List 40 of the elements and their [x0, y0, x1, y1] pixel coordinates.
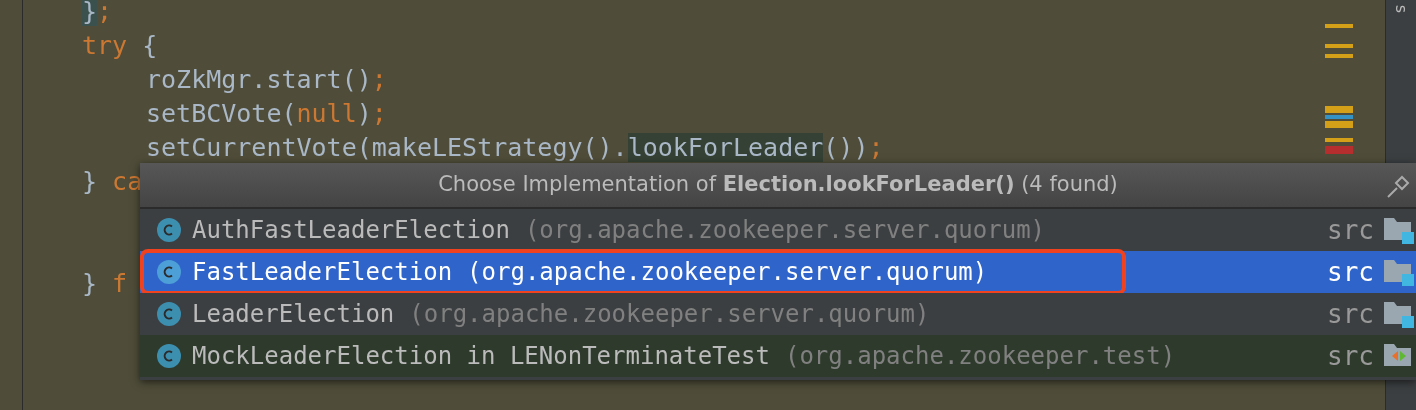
- implementation-item[interactable]: LeaderElection (org.apache.zookeeper.server.quorum) src: [140, 293, 1416, 335]
- error-stripe-mark[interactable]: [1325, 54, 1353, 58]
- class-icon: [156, 217, 182, 243]
- error-stripe-mark[interactable]: [1325, 115, 1353, 119]
- tool-window-tab[interactable]: s: [1394, 4, 1408, 14]
- implementation-item[interactable]: FastLeaderElection (org.apache.zookeeper.server.quorum) src: [140, 251, 1416, 293]
- error-stripe-mark[interactable]: [1325, 106, 1353, 113]
- class-icon: [156, 301, 182, 327]
- package-name: (org.apache.zookeeper.test): [784, 341, 1176, 372]
- source-folder-icon: [1384, 300, 1414, 328]
- package-name: (org.apache.zookeeper.server.quorum): [409, 299, 930, 330]
- class-name: MockLeaderElection in LENonTerminateTest: [192, 341, 770, 372]
- popup-title: Choose Implementation of Election.lookForLeader() (4 found): [438, 171, 1118, 199]
- error-stripe-mark[interactable]: [1325, 121, 1353, 128]
- code-line: } f: [82, 269, 128, 298]
- error-stripe-mark[interactable]: [1325, 44, 1353, 48]
- source-label: src: [1327, 297, 1374, 331]
- source-folder-icon: [1384, 258, 1414, 286]
- implementation-item[interactable]: AuthFastLeaderElection (org.apache.zookeeper.server.quorum) src: [140, 209, 1416, 251]
- pin-icon[interactable]: [1386, 173, 1412, 199]
- package-name: (org.apache.zookeeper.server.quorum): [524, 215, 1046, 246]
- source-label: src: [1327, 255, 1374, 289]
- code-line: try {: [82, 31, 158, 60]
- error-stripe-mark[interactable]: [1325, 146, 1353, 154]
- source-label: src: [1327, 339, 1374, 373]
- code-line: setCurrentVote(makeLEStrategy().lookForLeader());: [146, 133, 884, 162]
- class-name: AuthFastLeaderElection: [192, 215, 510, 246]
- class-name: LeaderElection: [192, 299, 395, 330]
- class-name: FastLeaderElection: [192, 257, 453, 288]
- package-name: (org.apache.zookeeper.server.quorum): [467, 257, 988, 288]
- class-icon: [156, 259, 182, 285]
- error-stripe-mark[interactable]: [1325, 138, 1353, 142]
- error-stripe-mark[interactable]: [1325, 24, 1353, 28]
- source-label: src: [1327, 213, 1374, 247]
- implementation-item[interactable]: MockLeaderElection in LENonTerminateTest (org.apache.zookeeper.test) src: [140, 335, 1416, 377]
- code-line: roZkMgr.start();: [146, 65, 387, 94]
- source-folder-icon: [1384, 216, 1414, 244]
- class-icon: [156, 343, 182, 369]
- code-line: } ca: [82, 167, 143, 196]
- code-line: setBCVote(null);: [146, 99, 387, 128]
